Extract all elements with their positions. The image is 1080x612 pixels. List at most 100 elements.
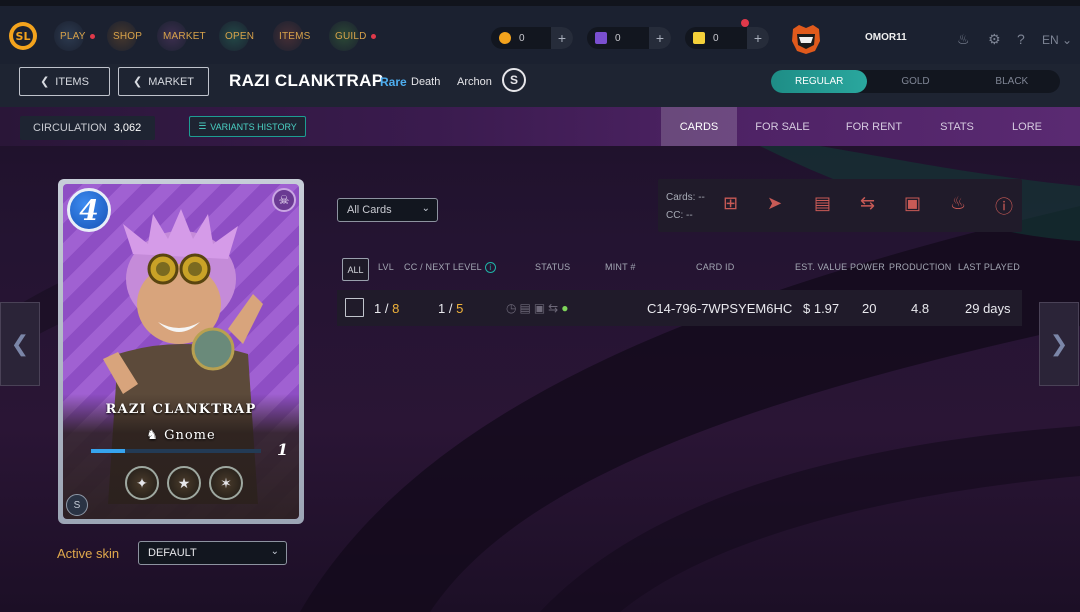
cards-selected-text: Cards: -- (666, 192, 705, 203)
circulation-value: 3,062 (113, 122, 142, 134)
card-actions-panel: Cards: -- CC: -- ⊞ ➤ ▤ ⇆ ▣ ♨ ⓘ (658, 179, 1022, 232)
list-icon: ☰ (198, 121, 207, 131)
selected-count: Cards: -- CC: -- (666, 189, 705, 225)
energy-icon (693, 32, 705, 44)
foil-toggle: REGULAR GOLD BLACK (771, 70, 1060, 93)
nav-market-label: MARKET (163, 30, 206, 42)
next-card-arrow[interactable]: ❯ (1039, 302, 1079, 386)
back-to-items-button[interactable]: ❮ ITEMS (19, 67, 110, 96)
nav-play[interactable]: PLAY (54, 21, 95, 51)
active-skin-select[interactable]: DEFAULT ⌄ (138, 541, 287, 565)
nav-items-label: ITEMS (279, 30, 311, 42)
sound-icon[interactable]: ♨ (957, 31, 970, 48)
card-image: 4 ☠ RAZI CLANKTRAP ♞ Gnome 1 ✦ ★ ✶ S (58, 179, 304, 524)
listed-icon: ▤ (519, 301, 534, 315)
col-card-id: CARD ID (696, 262, 735, 272)
card-header: ❮ ITEMS ❮ MARKET RAZI CLANKTRAP Rare Death… (0, 64, 1080, 107)
user-avatar[interactable] (789, 23, 823, 55)
chevron-left-icon: ❮ (40, 76, 50, 88)
foil-black-option[interactable]: BLACK (964, 70, 1060, 93)
combine-icon[interactable]: ⊞ (723, 193, 738, 214)
notification-dot (89, 33, 95, 39)
energy-alert-dot (741, 19, 749, 27)
chevron-left-icon: ❮ (10, 331, 30, 356)
col-cc-next-level: CC / NEXT LEVEL i (404, 262, 496, 273)
tab-for-sale[interactable]: FOR SALE (737, 107, 828, 146)
select-all-button[interactable]: ALL (342, 258, 369, 281)
owner-status-icon: ● (561, 301, 572, 315)
add-credits-button[interactable]: + (551, 27, 573, 49)
foil-regular-option[interactable]: REGULAR (771, 70, 868, 93)
voucher-icon (595, 32, 607, 44)
tab-lore[interactable]: LORE (994, 107, 1060, 146)
items-button-label: ITEMS (55, 75, 89, 88)
transfer-icon[interactable]: ➤ (767, 193, 782, 214)
row-est-value: $ 1.97 (803, 301, 840, 316)
variants-history-label: VARIANTS HISTORY (210, 121, 297, 132)
rarity-label: Rare (380, 75, 407, 89)
nav-open[interactable]: OPEN (219, 21, 255, 51)
back-to-market-button[interactable]: ❮ MARKET (118, 67, 209, 96)
language-value: EN (1042, 33, 1059, 47)
language-selector[interactable]: EN ⌄ (1042, 33, 1072, 47)
card-type-text: ♞ Gnome (63, 428, 299, 443)
row-production: 4.8 (911, 301, 930, 316)
level-progress-fill (91, 449, 125, 453)
delegate-icon[interactable]: ⇆ (860, 193, 875, 214)
delegated-icon: ⇆ (548, 301, 562, 315)
col-cc-next-level-label: CC / NEXT LEVEL (404, 262, 482, 272)
ability-icon-1: ✦ (125, 466, 159, 500)
cooldown-icon: ◷ (506, 301, 520, 315)
tab-stats[interactable]: STATS (920, 107, 994, 146)
cc-selected-text: CC: -- (666, 210, 693, 221)
active-skin-value: DEFAULT (148, 547, 197, 559)
top-navigation-bar: SL PLAY SHOP MARKET OPEN ITEMS GUILD 0 +… (0, 0, 1080, 64)
previous-card-arrow[interactable]: ❮ (0, 302, 40, 386)
add-energy-button[interactable]: + (747, 27, 769, 49)
notification-dot (370, 33, 376, 39)
active-skin-label: Active skin (57, 546, 120, 561)
lock-icon[interactable]: ▣ (904, 193, 921, 214)
variants-history-button[interactable]: ☰ VARIANTS HISTORY (189, 116, 306, 137)
nav-guild-label: GUILD (335, 30, 367, 42)
nav-open-label: OPEN (225, 30, 255, 42)
info-icon[interactable]: i (484, 262, 496, 273)
foil-gold-option[interactable]: GOLD (867, 70, 963, 93)
row-card-id[interactable]: C14-796-7WPSYEM6HC (647, 301, 792, 316)
card-title: RAZI CLANKTRAP (229, 71, 384, 90)
splinterlands-logo[interactable]: SL (9, 22, 37, 50)
help-icon[interactable]: ? (1017, 31, 1025, 47)
row-status-icons: ◷▤▣⇆● (506, 301, 571, 315)
col-production: PRODUCTION (889, 262, 952, 272)
card-level: 1 (277, 440, 289, 459)
row-power: 20 (862, 301, 877, 316)
card-tabs: CARDS FOR SALE FOR RENT STATS LORE (661, 107, 1060, 146)
nav-items[interactable]: ITEMS (273, 21, 311, 51)
nav-play-label: PLAY (60, 30, 86, 42)
ability-icon-3: ✶ (209, 466, 243, 500)
row-cc-current: 1 (438, 301, 446, 316)
add-voucher-button[interactable]: + (649, 27, 671, 49)
tab-for-rent[interactable]: FOR RENT (828, 107, 920, 146)
chevron-down-icon: ⌄ (1062, 33, 1073, 47)
info-icon[interactable]: ⓘ (995, 193, 1013, 219)
col-status: STATUS (535, 262, 571, 272)
mana-cost: 4 (67, 188, 111, 232)
card-name-text: RAZI CLANKTRAP (105, 402, 257, 417)
row-checkbox[interactable] (345, 298, 364, 317)
nav-market[interactable]: MARKET (157, 21, 206, 51)
burn-icon[interactable]: ♨ (950, 193, 966, 214)
nav-guild[interactable]: GUILD (329, 21, 376, 51)
card-filter-select[interactable]: All Cards ⌄ (337, 198, 438, 222)
table-row[interactable]: 1 / 8 1 / 5 ◷▤▣⇆● C14-796-7WPSYEM6HC $ 1… (337, 290, 1022, 326)
settings-gear-icon[interactable]: ⚙ (988, 31, 1001, 48)
logo-mark: SL (13, 26, 33, 46)
col-lvl: LVL (378, 262, 394, 272)
row-last-played: 29 days (965, 301, 1011, 316)
username[interactable]: OMOR11 (865, 32, 907, 43)
circulation-label: CIRCULATION (33, 122, 107, 134)
tab-cards[interactable]: CARDS (661, 107, 737, 146)
market-icon[interactable]: ▤ (814, 193, 831, 214)
edition-label: Archon (457, 76, 492, 88)
nav-shop[interactable]: SHOP (107, 21, 142, 51)
